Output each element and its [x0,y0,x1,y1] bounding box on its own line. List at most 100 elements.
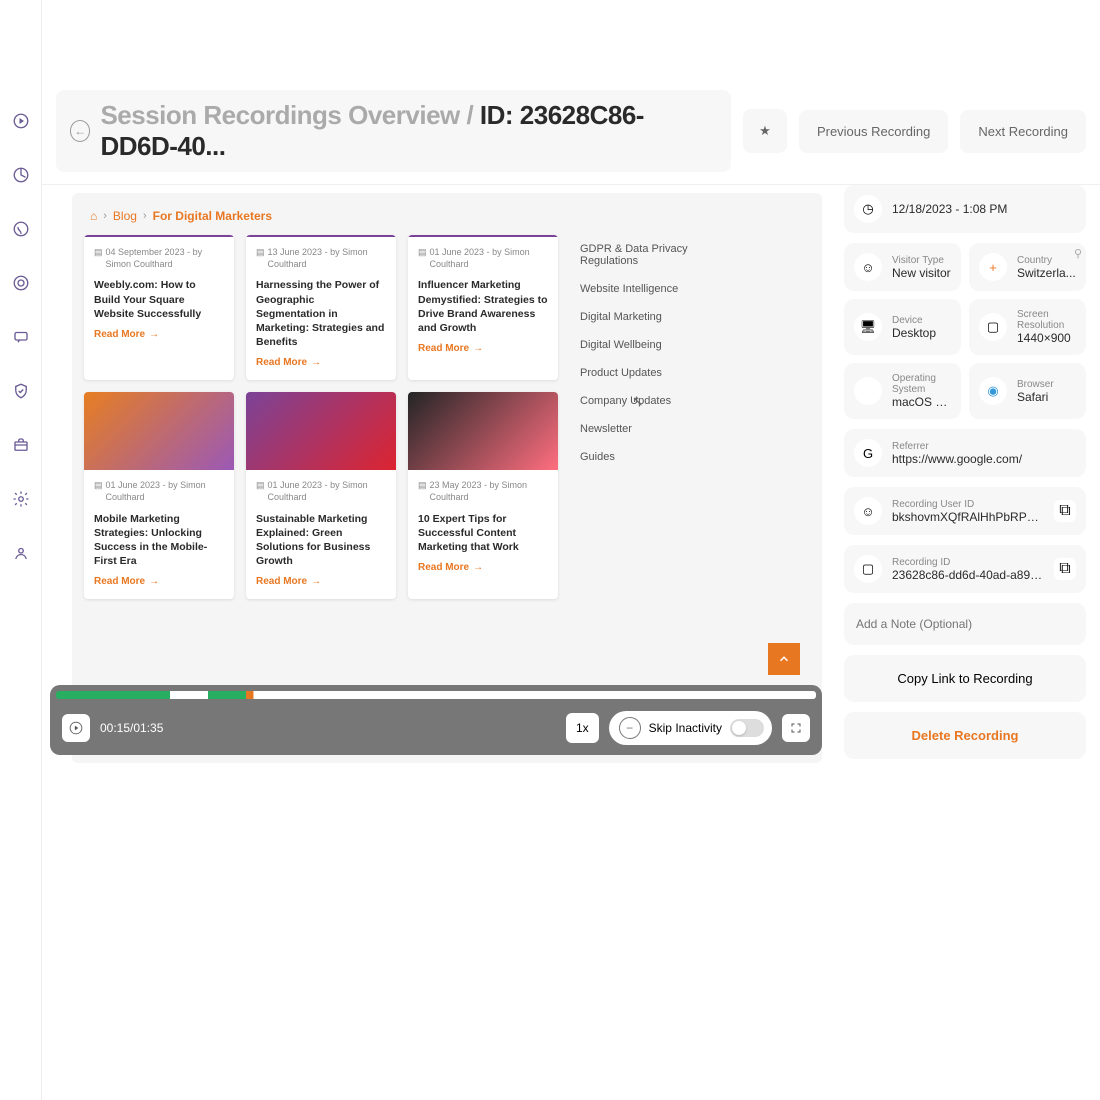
label: Browser [1017,379,1076,390]
card-meta: ▤ 13 June 2023 - by Simon Coulthard [256,247,386,270]
desktop-icon: 🖥 [854,313,882,341]
read-more-link[interactable]: Read More → [418,343,548,354]
recording-viewport: ⌂ › Blog › For Digital Marketers ▤ 04 Se… [42,185,830,1100]
label: Screen Resolution [1017,309,1076,331]
category-item[interactable]: Website Intelligence [580,275,720,303]
nav-briefcase-icon[interactable] [10,434,32,456]
home-icon[interactable]: ⌂ [90,209,97,223]
value: 23628c86-dd6d-40ad-a893-ef4c478ba6... [892,568,1044,582]
card-meta: ▤ 01 June 2023 - by Simon Coulthard [256,480,386,503]
category-item[interactable]: GDPR & Data Privacy Regulations [580,235,720,275]
calendar-icon: ▤ [256,247,265,270]
arrow-right-icon: → [149,576,159,587]
arrow-right-icon: → [311,576,321,587]
safari-icon: ◉ [979,377,1007,405]
read-more-link[interactable]: Read More → [256,576,386,587]
playback-speed-button[interactable]: 1x [566,713,599,743]
category-item[interactable]: Company Updates [580,387,720,415]
device-card: 🖥 Device Desktop [844,299,961,355]
browser-card: ◉ Browser Safari [969,363,1086,419]
breadcrumb: ⌂ › Blog › For Digital Marketers [84,205,810,235]
nav-play-icon[interactable] [10,110,32,132]
value: bkshovmXQfRAlHhPbRPdJZlj32NSOAPrXk... [892,510,1044,524]
visitor-type-card: ☺ Visitor Type New visitor [844,243,961,291]
back-button[interactable]: ← [70,120,90,142]
calendar-icon: ▤ [418,480,427,503]
header-bar: ← Session Recordings Overview / ID: 2362… [42,78,1100,185]
copy-user-id-button[interactable]: ⧉ [1054,500,1076,522]
video-icon: ▢ [854,555,882,583]
category-item[interactable]: Newsletter [580,415,720,443]
recorded-cursor-icon: ↖ [632,393,644,410]
blog-card[interactable]: ▤ 01 June 2023 - by Simon Coulthard Susta… [246,392,396,599]
favorite-button[interactable]: ★ [743,109,787,153]
card-title: 10 Expert Tips for Successful Content Ma… [418,512,548,555]
card-title: Mobile Marketing Strategies: Unlocking S… [94,512,224,569]
arrow-right-icon: → [149,329,159,340]
referrer-card: G Referrer https://www.google.com/ [844,429,1086,477]
nav-user-icon[interactable] [10,542,32,564]
pin-icon: ⚲ [1074,247,1082,260]
nav-chart-icon[interactable] [10,164,32,186]
scroll-to-top-button[interactable] [768,643,800,675]
arrow-right-icon: → [473,562,483,573]
label: Recording User ID [892,499,1044,510]
card-meta: ▤ 04 September 2023 - by Simon Coulthard [94,247,224,270]
arrow-right-icon: → [473,343,483,354]
value: macOS Catalina [892,395,951,409]
nav-target-icon[interactable] [10,272,32,294]
category-item[interactable]: Product Updates [580,359,720,387]
next-recording-button[interactable]: Next Recording [960,110,1086,153]
value: Switzerla... [1017,266,1076,280]
card-title: Sustainable Marketing Explained: Green S… [256,512,386,569]
nav-feedback-icon[interactable] [10,326,32,348]
timeline-scrubber[interactable] [56,691,816,699]
calendar-icon: ▤ [418,247,427,270]
card-thumbnail [84,392,234,470]
label: Referrer [892,441,1076,452]
label: Recording ID [892,557,1044,568]
fullscreen-button[interactable] [782,714,810,742]
card-title: Influencer Marketing Demystified: Strate… [418,278,548,335]
category-item[interactable]: Digital Marketing [580,303,720,331]
blog-card[interactable]: ▤ 13 June 2023 - by Simon CoulthardHarne… [246,235,396,380]
blog-card[interactable]: ▤ 01 June 2023 - by Simon CoulthardMobil… [84,392,234,599]
chevron-right-icon: › [143,210,147,222]
read-more-link[interactable]: Read More → [256,357,386,368]
read-more-link[interactable]: Read More → [94,329,224,340]
label: Operating System [892,373,951,395]
details-panel: ◷ 12/18/2023 - 1:08 PM ☺ Visitor Type Ne… [830,185,1100,1100]
card-thumbnail [408,392,558,470]
delete-recording-button[interactable]: Delete Recording [844,712,1086,759]
calendar-icon: ▤ [94,480,103,503]
copy-link-button[interactable]: Copy Link to Recording [844,655,1086,702]
read-more-link[interactable]: Read More → [418,562,548,573]
label: Visitor Type [892,255,951,266]
user-icon: ☺ [854,253,882,281]
blog-card[interactable]: ▤ 23 May 2023 - by Simon Coulthard 10 Exp… [408,392,558,599]
title-container: ← Session Recordings Overview / ID: 2362… [56,90,731,172]
copy-recording-id-button[interactable]: ⧉ [1054,558,1076,580]
card-meta: ▤ 23 May 2023 - by Simon Coulthard [418,480,548,503]
recording-user-id-card: ☺ Recording User ID bkshovmXQfRAlHhPbRPd… [844,487,1086,535]
read-more-link[interactable]: Read More → [94,576,224,587]
blog-card[interactable]: ▤ 04 September 2023 - by Simon Coulthard… [84,235,234,380]
blog-card[interactable]: ▤ 01 June 2023 - by Simon CoulthardInflu… [408,235,558,380]
category-item[interactable]: Digital Wellbeing [580,331,720,359]
breadcrumb-blog[interactable]: Blog [113,209,137,223]
player-bar: 00:15/01:35 1x − Skip Inactivity [50,685,822,755]
nav-settings-icon[interactable] [10,488,32,510]
nav-shield-icon[interactable] [10,380,32,402]
play-button[interactable] [62,714,90,742]
minus-icon[interactable]: − [619,717,641,739]
time-display: 00:15/01:35 [100,721,556,735]
skip-inactivity-toggle[interactable] [730,719,764,737]
nav-funnel-icon[interactable] [10,218,32,240]
clock-icon: ◷ [854,195,882,223]
label: Country [1017,255,1076,266]
previous-recording-button[interactable]: Previous Recording [799,110,948,153]
add-note-input[interactable] [844,603,1086,645]
category-item[interactable]: Guides [580,443,720,471]
country-card: + Country Switzerla... ⚲ [969,243,1086,291]
arrow-right-icon: → [311,357,321,368]
